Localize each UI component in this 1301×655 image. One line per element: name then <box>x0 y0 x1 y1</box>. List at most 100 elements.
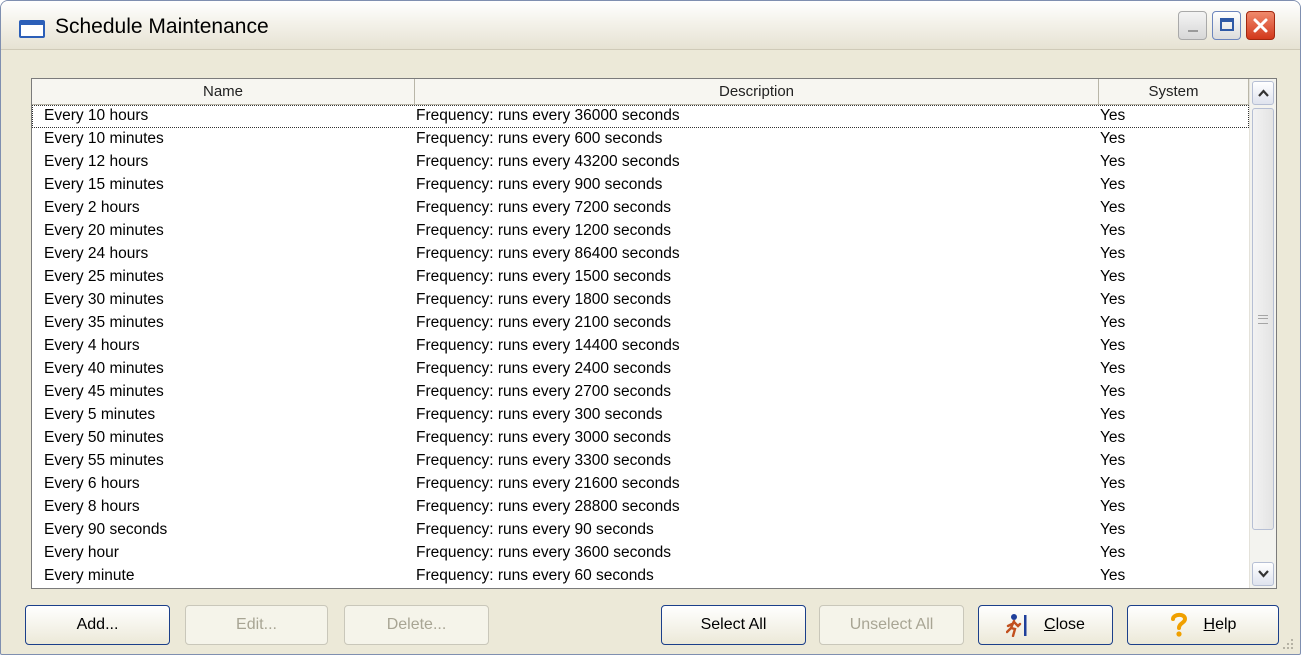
cell-description: Frequency: runs every 3600 seconds <box>416 544 672 561</box>
schedule-list[interactable]: Name Description System Every 10 hours Fr… <box>31 78 1277 589</box>
table-row[interactable]: Every 25 minutes Frequency: runs every 15… <box>32 266 1249 289</box>
list-rows: Every 10 hours Frequency: runs every 3600… <box>32 105 1249 588</box>
scroll-thumb[interactable] <box>1252 108 1274 530</box>
cell-name: Every 15 minutes <box>44 176 164 193</box>
cell-system: Yes <box>1100 567 1126 584</box>
cell-system: Yes <box>1100 314 1126 331</box>
close-button-label: Close <box>1044 616 1085 634</box>
table-row[interactable]: Every 2 hours Frequency: runs every 7200 … <box>32 197 1249 220</box>
cell-description: Frequency: runs every 7200 seconds <box>416 199 672 216</box>
cell-name: Every 40 minutes <box>44 360 164 377</box>
cell-description: Frequency: runs every 3300 seconds <box>416 452 672 469</box>
window-icon <box>19 20 45 38</box>
vertical-scrollbar[interactable] <box>1249 79 1276 588</box>
scroll-down-button[interactable] <box>1252 562 1274 586</box>
cell-description: Frequency: runs every 2100 seconds <box>416 314 672 331</box>
table-row[interactable]: Every hour Frequency: runs every 3600 sec… <box>32 542 1249 565</box>
table-row[interactable]: Every 10 hours Frequency: runs every 3600… <box>32 105 1249 128</box>
cell-description: Frequency: runs every 900 seconds <box>416 176 663 193</box>
table-row[interactable]: Every 5 minutes Frequency: runs every 300… <box>32 404 1249 427</box>
table-row[interactable]: Every 45 minutes Frequency: runs every 27… <box>32 381 1249 404</box>
cell-description: Frequency: runs every 43200 seconds <box>416 153 680 170</box>
cell-description: Frequency: runs every 300 seconds <box>416 406 663 423</box>
table-row[interactable]: Every 24 hours Frequency: runs every 8640… <box>32 243 1249 266</box>
cell-description: Frequency: runs every 600 seconds <box>416 130 663 147</box>
cell-system: Yes <box>1100 475 1126 492</box>
cell-name: Every 4 hours <box>44 337 140 354</box>
chevron-up-icon <box>1258 89 1269 97</box>
cell-name: Every 30 minutes <box>44 291 164 308</box>
cell-system: Yes <box>1100 107 1126 124</box>
cell-system: Yes <box>1100 291 1126 308</box>
help-button-label: Help <box>1204 616 1237 634</box>
cell-system: Yes <box>1100 153 1126 170</box>
cell-name: Every 10 minutes <box>44 130 164 147</box>
table-row[interactable]: Every 55 minutes Frequency: runs every 33… <box>32 450 1249 473</box>
close-button[interactable]: Close <box>978 605 1113 645</box>
delete-button[interactable]: Delete... <box>344 605 489 645</box>
cell-description: Frequency: runs every 1500 seconds <box>416 268 672 285</box>
cell-description: Frequency: runs every 60 seconds <box>416 567 654 584</box>
cell-name: Every 10 hours <box>44 107 149 124</box>
cell-description: Frequency: runs every 36000 seconds <box>416 107 680 124</box>
close-icon <box>1253 18 1268 33</box>
schedule-maintenance-window: Schedule Maintenance Name Description Sy… <box>0 0 1301 655</box>
help-mnemonic: H <box>1203 616 1216 633</box>
cell-system: Yes <box>1100 429 1126 446</box>
cell-system: Yes <box>1100 544 1126 561</box>
table-row[interactable]: Every 8 hours Frequency: runs every 28800… <box>32 496 1249 519</box>
cell-system: Yes <box>1100 498 1126 515</box>
table-row[interactable]: Every 30 minutes Frequency: runs every 18… <box>32 289 1249 312</box>
minimize-icon <box>1188 30 1198 32</box>
table-row[interactable]: Every 15 minutes Frequency: runs every 90… <box>32 174 1249 197</box>
column-header-name[interactable]: Name <box>32 79 415 104</box>
cell-description: Frequency: runs every 14400 seconds <box>416 337 680 354</box>
table-row[interactable]: Every 20 minutes Frequency: runs every 12… <box>32 220 1249 243</box>
cell-description: Frequency: runs every 2700 seconds <box>416 383 672 400</box>
cell-name: Every minute <box>44 567 135 584</box>
column-header-system[interactable]: System <box>1099 79 1249 104</box>
cell-system: Yes <box>1100 521 1126 538</box>
select-all-button[interactable]: Select All <box>661 605 806 645</box>
cell-name: Every 8 hours <box>44 498 140 515</box>
title-bar[interactable]: Schedule Maintenance <box>1 1 1300 50</box>
unselect-all-button[interactable]: Unselect All <box>819 605 964 645</box>
cell-name: Every 45 minutes <box>44 383 164 400</box>
edit-button[interactable]: Edit... <box>185 605 328 645</box>
table-row[interactable]: Every 4 hours Frequency: runs every 14400… <box>32 335 1249 358</box>
question-mark-icon <box>1170 612 1188 638</box>
table-row[interactable]: Every 6 hours Frequency: runs every 21600… <box>32 473 1249 496</box>
table-row[interactable]: Every 90 seconds Frequency: runs every 90… <box>32 519 1249 542</box>
cell-system: Yes <box>1100 360 1126 377</box>
cell-description: Frequency: runs every 28800 seconds <box>416 498 680 515</box>
cell-name: Every 5 minutes <box>44 406 156 423</box>
table-row[interactable]: Every 12 hours Frequency: runs every 4320… <box>32 151 1249 174</box>
close-window-button[interactable] <box>1246 11 1275 40</box>
minimize-button[interactable] <box>1178 11 1207 40</box>
scroll-up-button[interactable] <box>1252 81 1274 105</box>
maximize-icon <box>1220 18 1234 31</box>
chevron-down-icon <box>1258 570 1269 578</box>
add-button[interactable]: Add... <box>25 605 170 645</box>
resize-grip-icon[interactable] <box>1280 636 1294 650</box>
running-man-icon <box>1006 613 1028 637</box>
cell-system: Yes <box>1100 199 1126 216</box>
cell-description: Frequency: runs every 21600 seconds <box>416 475 680 492</box>
cell-name: Every 6 hours <box>44 475 140 492</box>
help-button[interactable]: Help <box>1127 605 1279 645</box>
cell-name: Every hour <box>44 544 119 561</box>
cell-description: Frequency: runs every 1800 seconds <box>416 291 672 308</box>
cell-system: Yes <box>1100 452 1126 469</box>
cell-description: Frequency: runs every 86400 seconds <box>416 245 680 262</box>
table-row[interactable]: Every 35 minutes Frequency: runs every 21… <box>32 312 1249 335</box>
table-row[interactable]: Every 10 minutes Frequency: runs every 60… <box>32 128 1249 151</box>
help-label-rest: elp <box>1215 616 1237 633</box>
cell-description: Frequency: runs every 2400 seconds <box>416 360 672 377</box>
cell-name: Every 50 minutes <box>44 429 164 446</box>
column-header-description[interactable]: Description <box>415 79 1099 104</box>
cell-name: Every 35 minutes <box>44 314 164 331</box>
table-row[interactable]: Every 40 minutes Frequency: runs every 24… <box>32 358 1249 381</box>
table-row[interactable]: Every 50 minutes Frequency: runs every 30… <box>32 427 1249 450</box>
table-row[interactable]: Every minute Frequency: runs every 60 sec… <box>32 565 1249 588</box>
maximize-button[interactable] <box>1212 11 1241 40</box>
